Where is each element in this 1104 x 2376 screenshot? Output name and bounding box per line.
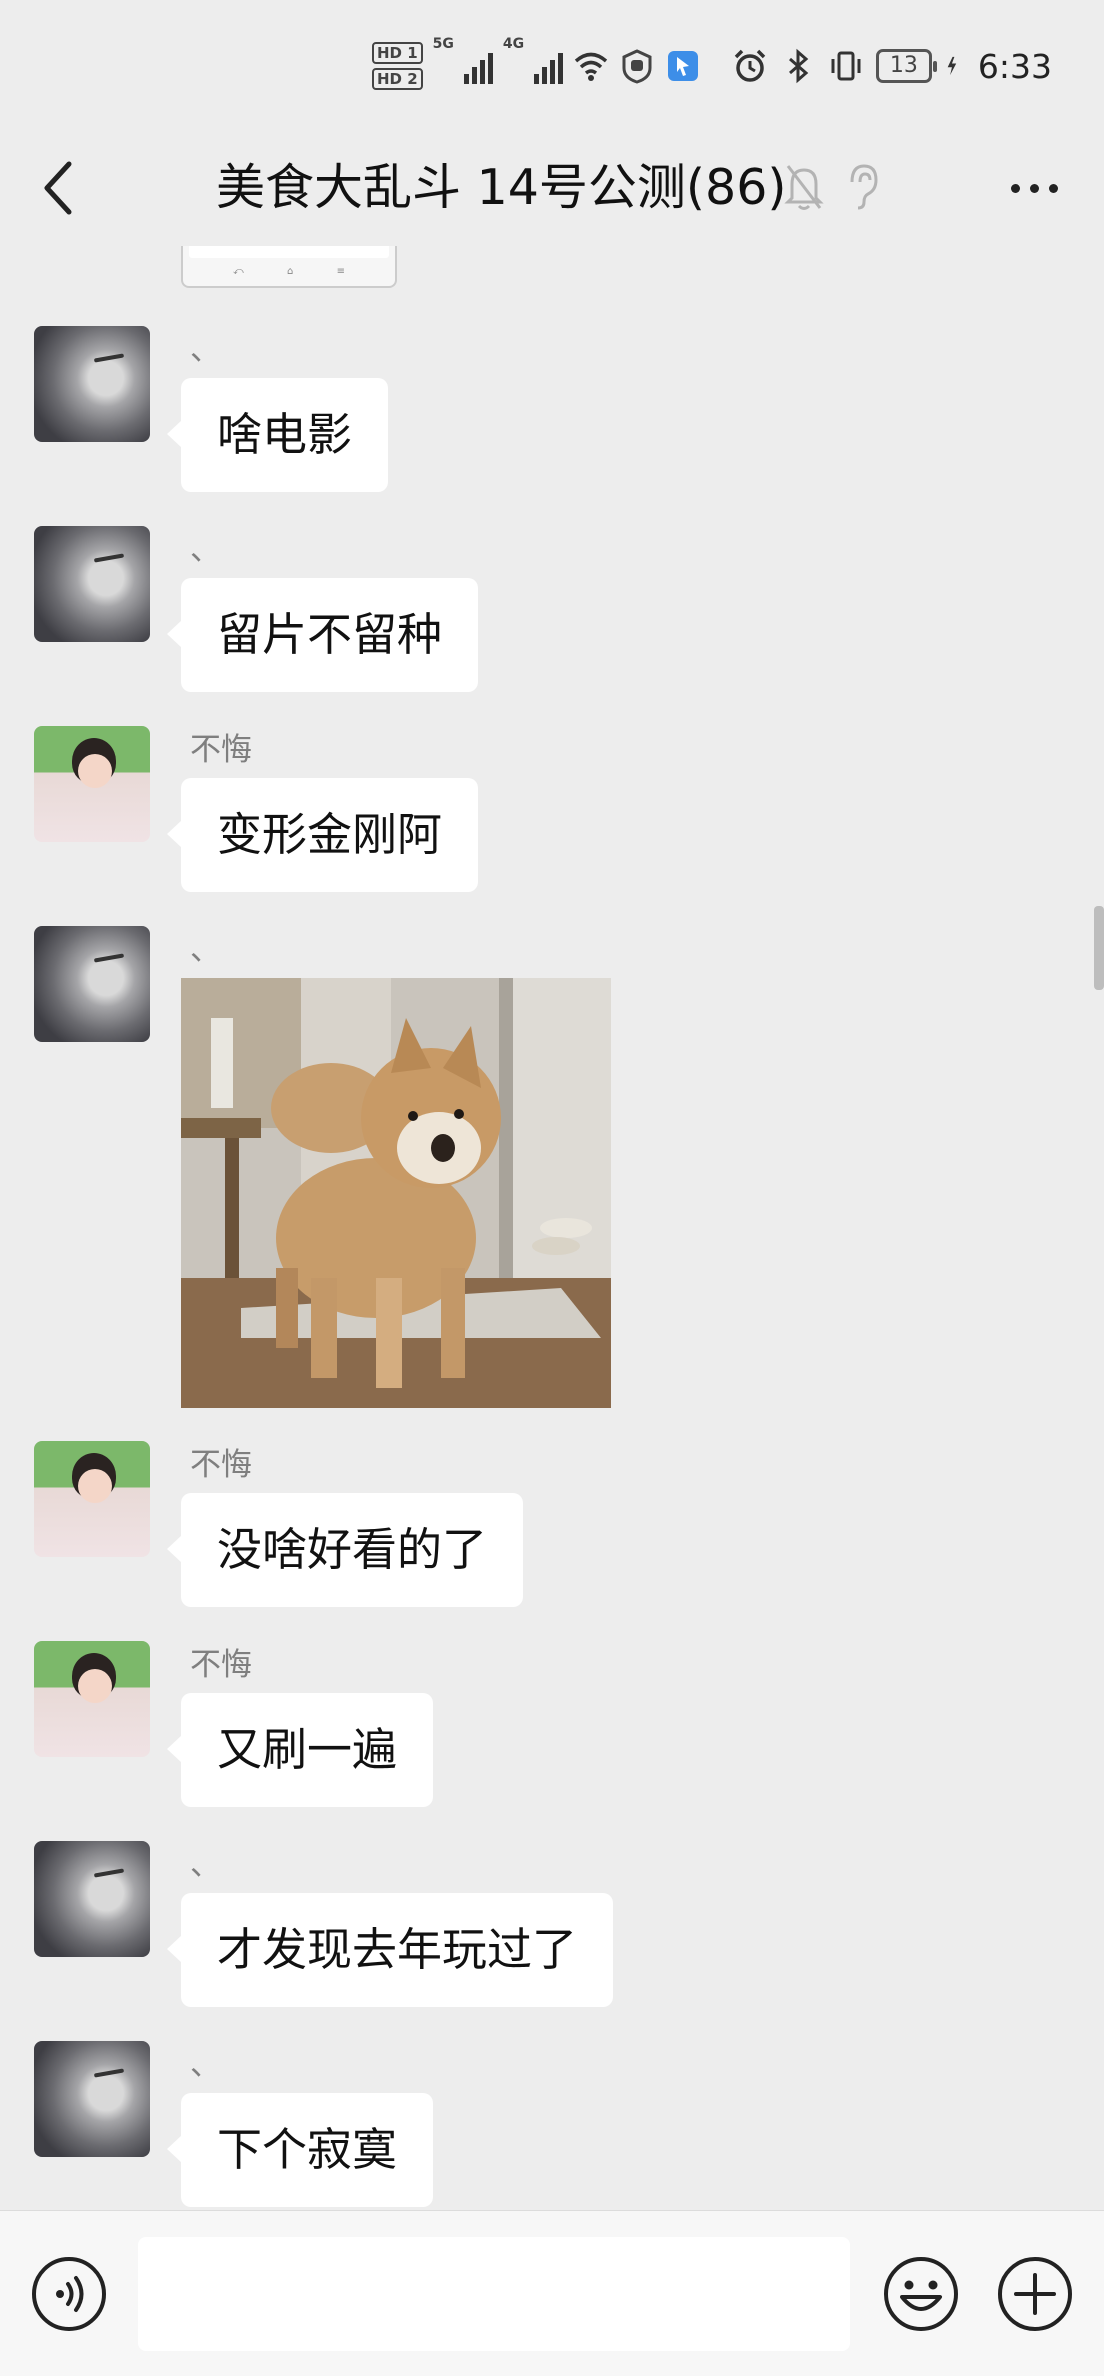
app-notification-icon: [668, 51, 699, 81]
avatar[interactable]: [34, 726, 150, 842]
hand-shield-icon: [622, 49, 652, 84]
more-dot: [1048, 183, 1058, 193]
input-bar: [0, 2210, 1104, 2376]
clock: 6:33: [977, 46, 1052, 86]
signal2-label: 4G: [502, 36, 525, 52]
status-bar-right: 13 6:33: [732, 36, 1052, 96]
status-bar: HD 1 HD 2 5G 4G 13 6:33: [0, 0, 1104, 130]
hd-indicator: HD 1 HD 2: [372, 42, 423, 90]
back-button[interactable]: [30, 152, 86, 224]
plus-circle-icon[interactable]: [996, 2255, 1074, 2333]
vibrate-icon: [831, 51, 861, 81]
avatar[interactable]: [34, 2041, 150, 2157]
message-bubble[interactable]: 变形金刚阿: [166, 778, 479, 892]
avatar[interactable]: [34, 526, 150, 642]
alarm-icon: [734, 49, 766, 82]
screenshot-nav-row: ⤺ ⌂ ≡: [233, 266, 345, 277]
shiba-dog-photo[interactable]: [181, 978, 611, 1408]
hd1-badge: HD 1: [372, 42, 423, 64]
chat-header: 美食大乱斗 14号公测(86): [0, 130, 1104, 246]
signal1-label: 5G: [432, 36, 454, 52]
charging-icon: [947, 56, 957, 76]
message-bubble[interactable]: 才发现去年玩过了: [166, 1893, 614, 2007]
status-bar-left: HD 1 HD 2 5G 4G: [372, 36, 701, 96]
sender-name: 、: [190, 532, 221, 568]
sender-name: 不悔: [190, 1447, 252, 1483]
message-input[interactable]: [138, 2237, 850, 2351]
avatar[interactable]: [34, 926, 150, 1042]
dog-photo-illustration: [181, 978, 611, 1408]
voice-icon[interactable]: [30, 2255, 108, 2333]
chat-status-icons: [784, 160, 882, 212]
ear-icon: [850, 164, 878, 210]
hd2-badge: HD 2: [372, 68, 423, 90]
signal1-icon: [463, 48, 493, 84]
avatar[interactable]: [34, 1441, 150, 1557]
signal2-icon: [534, 48, 564, 84]
sender-name: 、: [190, 1847, 221, 1883]
more-dot: [1029, 183, 1039, 193]
sender-name: 不悔: [190, 732, 252, 768]
message-bubble[interactable]: 下个寂寞: [166, 2093, 434, 2207]
battery-indicator: 13: [875, 49, 937, 83]
message-list[interactable]: ⤺ ⌂ ≡ 、 啥电影 、 留片不留种 不悔 变形金刚阿 、 不悔 没啥好看的了…: [0, 246, 1104, 2210]
chat-screen: HD 1 HD 2 5G 4G 13 6:33 美食大乱斗 14号公测(86) …: [0, 0, 1104, 2376]
previous-image-message[interactable]: ⤺ ⌂ ≡: [181, 246, 397, 288]
avatar[interactable]: [34, 326, 150, 442]
bluetooth-icon: [788, 48, 809, 84]
bell-off-icon: [784, 165, 824, 210]
wifi-icon: [574, 52, 608, 81]
chat-title[interactable]: 美食大乱斗 14号公测(86): [216, 152, 787, 224]
avatar[interactable]: [34, 1641, 150, 1757]
message-bubble[interactable]: 啥电影: [166, 378, 389, 492]
sender-name: 、: [190, 2047, 221, 2083]
emoji-icon[interactable]: [882, 2255, 960, 2333]
more-dots-icon: [1010, 183, 1020, 193]
sender-name: 不悔: [190, 1647, 252, 1683]
message-bubble[interactable]: 没啥好看的了: [166, 1493, 524, 1607]
message-bubble[interactable]: 留片不留种: [166, 578, 479, 692]
screenshot-input-row: [189, 246, 389, 258]
avatar[interactable]: [34, 1841, 150, 1957]
scrollbar-thumb[interactable]: [1094, 906, 1104, 990]
more-options-button[interactable]: [994, 160, 1074, 216]
sender-name: 、: [190, 932, 221, 968]
chevron-left-icon: [44, 161, 72, 215]
sender-name: 、: [190, 332, 221, 368]
message-bubble[interactable]: 又刷一遍: [166, 1693, 434, 1807]
